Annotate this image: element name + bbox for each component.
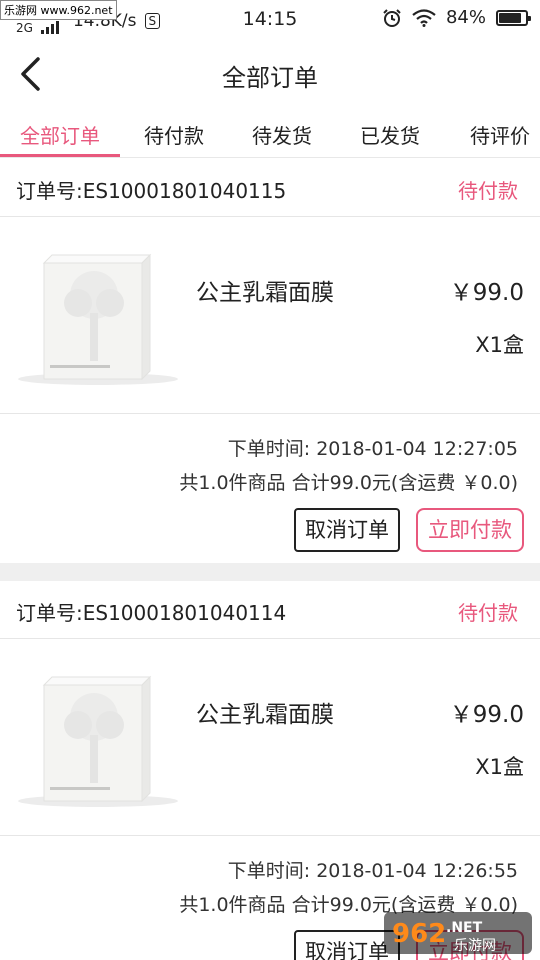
watermark-sub: 乐游网 — [454, 938, 496, 954]
product-quantity: X1盒 — [475, 333, 524, 357]
order-header: 订单号:ES10001801040114 待付款 — [0, 581, 540, 639]
order-status: 待付款 — [458, 179, 518, 203]
product-name: 公主乳霜面膜 — [196, 702, 334, 728]
tab-shipped[interactable]: 已发货 — [330, 120, 450, 149]
order-tabs: 全部订单 待付款 待发货 已发货 待评价 — [0, 110, 540, 158]
status-right: 84% — [382, 7, 531, 28]
order-header: 订单号:ES10001801040115 待付款 — [0, 159, 540, 217]
battery-percent: 84% — [445, 7, 486, 28]
order-number: 订单号:ES10001801040114 — [16, 601, 287, 625]
product-name: 公主乳霜面膜 — [196, 280, 334, 306]
tab-pending-review[interactable]: 待评价 — [440, 120, 540, 149]
battery-icon — [496, 9, 531, 26]
order-time: 下单时间: 2018-01-04 12:26:55 — [227, 860, 518, 882]
page-title: 全部订单 — [222, 64, 318, 92]
order-total: 共1.0件商品 合计99.0元(含运费 ￥0.0) — [179, 472, 518, 494]
product-price: ￥99.0 — [449, 702, 524, 728]
tab-pending-shipment[interactable]: 待发货 — [222, 120, 342, 149]
order-card: 订单号:ES10001801040114 待付款 公主乳霜面膜 ￥99.0 X1… — [0, 581, 540, 960]
product-price: ￥99.0 — [449, 280, 524, 306]
order-time: 下单时间: 2018-01-04 12:27:05 — [227, 438, 518, 460]
order-product[interactable]: 公主乳霜面膜 ￥99.0 X1盒 — [0, 639, 540, 836]
section-divider — [0, 563, 540, 581]
product-quantity: X1盒 — [475, 755, 524, 779]
tab-all-orders[interactable]: 全部订单 — [0, 120, 120, 149]
order-product[interactable]: 公主乳霜面膜 ￥99.0 X1盒 — [0, 217, 540, 414]
order-card: 订单号:ES10001801040115 待付款 公主乳霜面膜 ￥99.0 X1… — [0, 159, 540, 564]
wifi-icon — [412, 8, 436, 27]
order-number: 订单号:ES10001801040115 — [16, 179, 287, 203]
site-badge: 乐游网 www.962.net — [0, 0, 117, 20]
tab-pending-payment[interactable]: 待付款 — [114, 120, 234, 149]
cancel-order-button[interactable]: 取消订单 — [294, 508, 400, 552]
product-image — [18, 675, 178, 807]
battery-fill — [499, 12, 521, 23]
order-footer: 下单时间: 2018-01-04 12:27:05 共1.0件商品 合计99.0… — [0, 414, 540, 564]
watermark-suffix: .NET — [446, 920, 483, 936]
pay-now-button[interactable]: 立即付款 — [416, 508, 524, 552]
watermark-brand: 962 — [392, 919, 446, 949]
alarm-icon — [383, 8, 401, 27]
status-bar: 2G 14.8K/s S 14:15 84% 乐游网 www.962.net — [0, 0, 540, 38]
product-image — [18, 253, 178, 385]
site-watermark-logo: 962 .NET 乐游网 — [384, 912, 532, 954]
nav-bar: 全部订单 — [0, 38, 540, 110]
tab-indicator — [0, 154, 120, 157]
order-status: 待付款 — [458, 601, 518, 625]
